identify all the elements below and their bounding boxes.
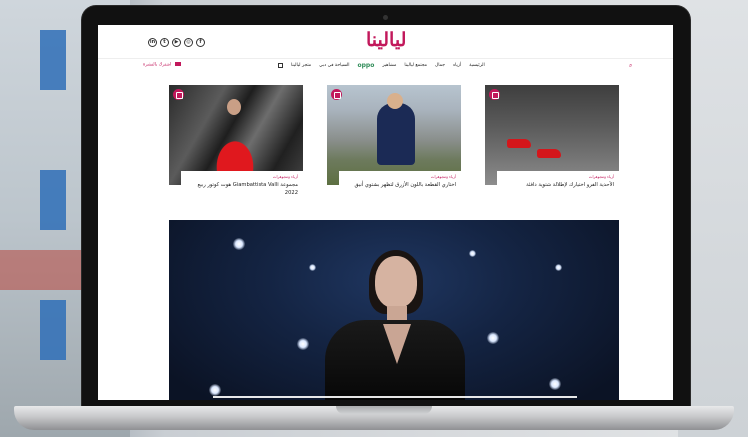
background-stripe: [40, 30, 66, 90]
nav-item-beauty[interactable]: جمال: [435, 63, 445, 68]
stage-light: [309, 264, 316, 271]
stage-light: [555, 264, 562, 271]
nav-item-fashion[interactable]: أزياء: [453, 63, 461, 68]
article-card[interactable]: أزياء ومجوهرات الأحذية الفرو اختيارك لإط…: [485, 85, 619, 205]
facebook-icon[interactable]: f: [196, 38, 205, 47]
article-category[interactable]: أزياء ومجوهرات: [344, 174, 456, 179]
background-stripe: [40, 300, 66, 360]
nav-item-store[interactable]: متجر ليالينا: [291, 63, 311, 68]
article-card[interactable]: أزياء ومجوهرات اختاري القطعة باللون الأز…: [327, 85, 461, 205]
linkedin-icon[interactable]: in: [148, 38, 157, 47]
newsletter-label: اشترك بالنشرة: [143, 62, 172, 68]
article-caption: أزياء ومجوهرات اختاري القطعة باللون الأز…: [339, 171, 461, 205]
nav-item-dubai-tourism[interactable]: السياحة في دبي: [319, 63, 349, 68]
nav-item-celebrities[interactable]: مشاهير: [382, 63, 396, 68]
nav-item-community[interactable]: مجتمع ليالينا: [404, 63, 427, 68]
stage-light: [233, 238, 245, 250]
laptop-screen: in t ▶ ◎ f ليالينا اشترك بالنشرة الرئيسي…: [98, 25, 673, 400]
social-links: in t ▶ ◎ f: [148, 38, 205, 47]
site-header: in t ▶ ◎ f ليالينا: [98, 25, 673, 57]
article-image: [485, 85, 619, 185]
article-caption: أزياء ومجوهرات مجموعة Giambattista Valli…: [181, 171, 303, 205]
article-title[interactable]: اختاري القطعة باللون الأزرق لتظهر بشتوي …: [344, 181, 457, 189]
article-title[interactable]: الأحذية الفرو اختيارك لإطلالة شتوية دافئ…: [502, 181, 614, 189]
laptop-notch: [336, 406, 432, 414]
article-title[interactable]: مجموعة Giambattista Valli هوت كوتور ربيع…: [186, 181, 298, 197]
stage-light: [209, 384, 221, 396]
article-category[interactable]: أزياء ومجوهرات: [186, 174, 298, 179]
article-category[interactable]: أزياء ومجوهرات: [502, 174, 614, 179]
background-accent: [0, 250, 90, 290]
twitter-icon[interactable]: t: [160, 38, 169, 47]
stage-light: [469, 250, 476, 257]
main-nav: اشترك بالنشرة الرئيسية أزياء جمال مجتمع …: [98, 59, 673, 73]
camera-badge-icon: [173, 89, 184, 100]
mail-icon: [174, 62, 181, 66]
article-image: [169, 85, 303, 185]
youtube-icon[interactable]: ▶: [172, 38, 181, 47]
nav-items: الرئيسية أزياء جمال مجتمع ليالينا مشاهير…: [278, 62, 485, 69]
store-bag-icon: [278, 63, 283, 68]
hero-scroll-bar: [213, 396, 577, 398]
article-image: [327, 85, 461, 185]
article-caption: أزياء ومجوهرات الأحذية الفرو اختيارك لإط…: [497, 171, 619, 205]
model-face: [375, 256, 417, 308]
search-icon[interactable]: ⌕: [629, 62, 632, 70]
hero-image[interactable]: [169, 220, 619, 400]
nav-item-oppo[interactable]: oppo: [358, 62, 375, 69]
stage-light: [549, 378, 561, 390]
stage-light: [487, 332, 499, 344]
background-stripe: [40, 170, 66, 230]
instagram-icon[interactable]: ◎: [184, 38, 193, 47]
nav-item-home[interactable]: الرئيسية: [469, 63, 485, 68]
newsletter-link[interactable]: اشترك بالنشرة: [143, 62, 181, 68]
webcam-icon: [383, 15, 388, 20]
stage-light: [297, 338, 309, 350]
article-card[interactable]: أزياء ومجوهرات مجموعة Giambattista Valli…: [169, 85, 303, 205]
site-logo[interactable]: ليالينا: [366, 29, 406, 51]
camera-badge-icon: [331, 89, 342, 100]
camera-badge-icon: [489, 89, 500, 100]
